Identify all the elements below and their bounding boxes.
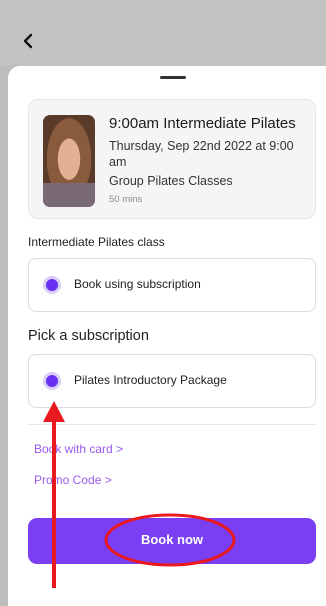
radio-selected-icon[interactable] — [43, 276, 61, 294]
book-using-subscription-option[interactable]: Book using subscription — [28, 258, 316, 312]
class-card: 9:00am Intermediate Pilates Thursday, Se… — [28, 99, 316, 219]
book-now-label: Book now — [140, 532, 204, 547]
sheet-handle[interactable] — [160, 76, 186, 79]
subscription-label: Pilates Introductory Package — [74, 373, 227, 387]
book-with-card-link[interactable]: Book with card > — [34, 442, 123, 456]
option-label: Book using subscription — [74, 277, 201, 291]
class-group: Group Pilates Classes — [109, 174, 233, 188]
class-title: 9:00am Intermediate Pilates — [109, 115, 296, 132]
divider — [28, 424, 316, 425]
class-duration: 50 mins — [109, 194, 143, 205]
top-bar — [0, 0, 326, 66]
promo-code-link[interactable]: Promo Code > — [34, 473, 112, 487]
subscription-option[interactable]: Pilates Introductory Package — [28, 354, 316, 408]
book-now-button[interactable]: Book now — [28, 518, 316, 564]
booking-sheet: 9:00am Intermediate Pilates Thursday, Se… — [8, 66, 326, 606]
pick-subscription-heading: Pick a subscription — [28, 328, 149, 344]
section-label: Intermediate Pilates class — [28, 235, 165, 249]
instructor-avatar — [43, 115, 95, 207]
class-date: Thursday, Sep 22nd 2022 at 9:00 am — [109, 139, 294, 169]
chevron-left-icon[interactable] — [20, 33, 36, 49]
radio-selected-icon[interactable] — [43, 372, 61, 390]
